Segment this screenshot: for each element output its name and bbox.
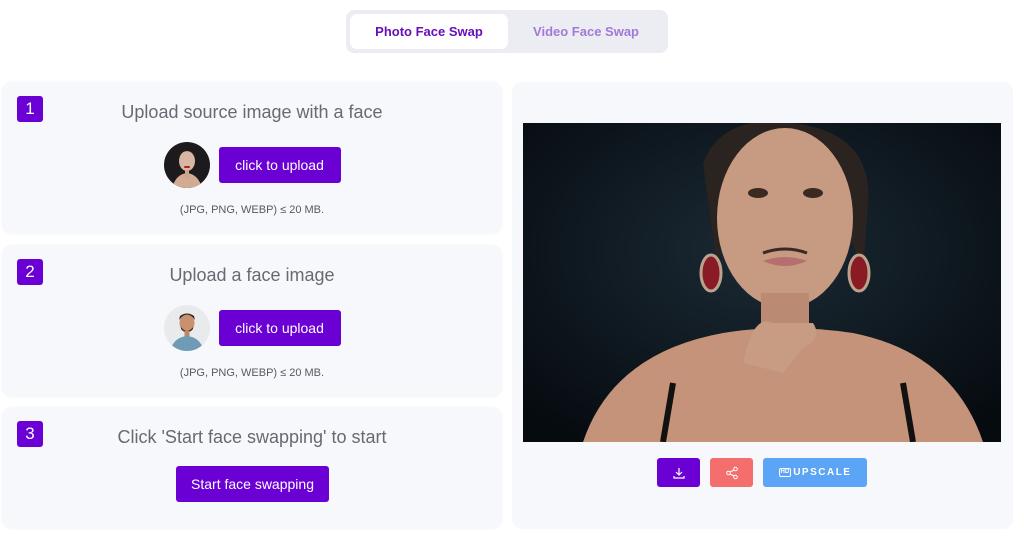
result-image (523, 123, 1001, 442)
upscale-button[interactable]: HD UPSCALE (763, 458, 867, 487)
step-title: Upload source image with a face (121, 102, 383, 122)
face-upload-button[interactable]: click to upload (218, 310, 341, 346)
step-1-card: 1 Upload source image with a face click … (2, 82, 502, 234)
result-panel: HD UPSCALE (512, 82, 1013, 529)
upscale-label: UPSCALE (793, 467, 852, 478)
step-3-card: 3 Click 'Start face swapping' to start S… (2, 407, 502, 529)
tab-photo-face-swap[interactable]: Photo Face Swap (350, 14, 508, 49)
file-format-hint: (JPG, PNG, WEBP) ≤ 20 MB. (179, 367, 325, 379)
share-icon (725, 466, 738, 479)
face-image-thumbnail (163, 305, 210, 351)
step-2-card: 2 Upload a face image click to upload (J… (2, 245, 502, 397)
download-button[interactable] (657, 458, 700, 487)
start-face-swapping-button[interactable]: Start face swapping (176, 466, 329, 502)
download-icon (672, 467, 685, 479)
source-image-thumbnail (163, 142, 210, 188)
step-title: Click 'Start face swapping' to start (117, 427, 387, 447)
share-button[interactable] (710, 458, 753, 487)
step-title: Upload a face image (169, 265, 335, 285)
file-format-hint: (JPG, PNG, WEBP) ≤ 20 MB. (179, 204, 325, 216)
source-upload-button[interactable]: click to upload (218, 147, 341, 183)
mode-tabs: Photo Face Swap Video Face Swap (346, 10, 668, 53)
hd-icon: HD (778, 468, 792, 477)
tab-video-face-swap[interactable]: Video Face Swap (508, 14, 664, 49)
